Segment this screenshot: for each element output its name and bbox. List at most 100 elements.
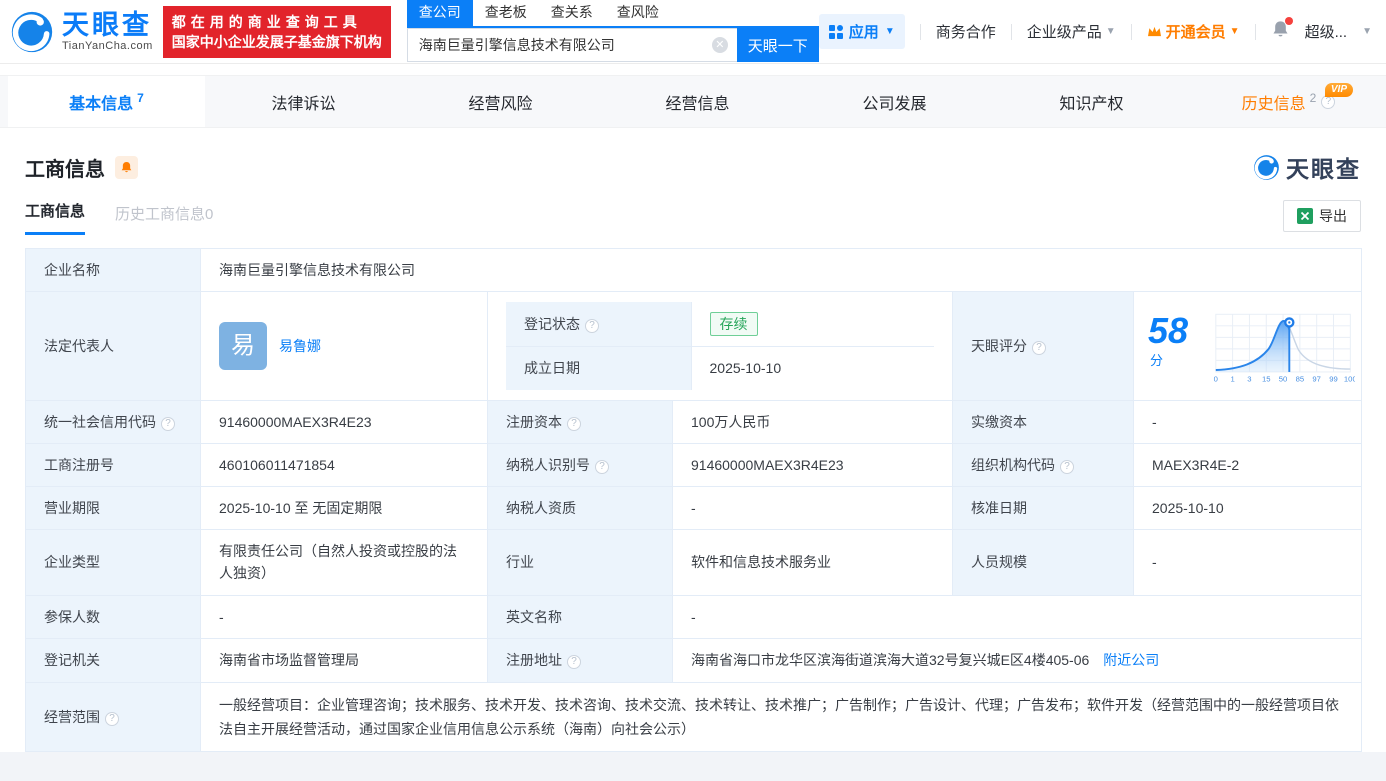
subtab-business-info[interactable]: 工商信息 <box>25 200 86 235</box>
english-name-value: - <box>671 594 1363 639</box>
tab-operation-risk[interactable]: 经营风险 <box>402 76 599 127</box>
search-box: 查公司 查老板 查关系 查风险 ✕ 天眼一下 <box>406 0 819 62</box>
apps-grid-icon <box>828 24 843 39</box>
search-button[interactable]: 天眼一下 <box>736 28 819 62</box>
table-row: 登记状态? 存续 <box>506 302 934 347</box>
nav-enterprise-products[interactable]: 企业级产品 ▼ <box>1027 21 1116 42</box>
insured-count-label: 参保人数 <box>25 594 201 639</box>
export-button[interactable]: 导出 <box>1283 200 1361 232</box>
table-row: 营业期限 2025-10-10 至 无固定期限 纳税人资质 - 核准日期 202… <box>25 485 1363 530</box>
tab-basic-info[interactable]: 基本信息 7 <box>8 76 205 127</box>
bell-icon <box>121 161 132 172</box>
table-row: 统一社会信用代码? 91460000MAEX3R4E23 注册资本? 100万人… <box>25 399 1363 444</box>
table-row: 法定代表人 易 易鲁娜 登记状态? 存续 成立日期 2025-10-10 天眼评… <box>25 291 1363 401</box>
score-label: 天眼评分? <box>952 291 1134 401</box>
top-header: 天眼查 TianYanCha.com 都在用的商业查询工具 国家中小企业发展子基… <box>0 0 1386 64</box>
table-row: 企业类型 有限责任公司（自然人投资或控股的法人独资） 行业 软件和信息技术服务业… <box>25 528 1363 596</box>
nav-open-vip[interactable]: 开通会员 ▼ <box>1147 21 1240 42</box>
nav-business-coop[interactable]: 商务合作 <box>936 21 996 42</box>
svg-text:85: 85 <box>1296 374 1305 383</box>
svg-text:99: 99 <box>1329 374 1338 383</box>
tianyancha-logo[interactable]: 天眼查 TianYanCha.com <box>10 10 153 54</box>
help-icon[interactable]: ? <box>595 459 609 474</box>
registration-authority-value: 海南省市场监督管理局 <box>200 637 488 683</box>
industry-label: 行业 <box>487 528 673 596</box>
tab-company-development[interactable]: 公司发展 <box>796 76 993 127</box>
svg-text:3: 3 <box>1247 374 1251 383</box>
legal-rep-avatar[interactable]: 易 <box>219 321 267 370</box>
address-text: 海南省海口市龙华区滨海街道滨海大道32号复兴城E区4楼405-06 <box>691 652 1090 668</box>
org-code-label: 组织机构代码? <box>952 442 1134 487</box>
approval-date-value: 2025-10-10 <box>1132 485 1363 530</box>
table-row: 企业名称 海南巨量引擎信息技术有限公司 <box>25 248 1363 292</box>
svg-text:1: 1 <box>1230 374 1234 383</box>
divider <box>1010 23 1012 40</box>
tab-operation-info[interactable]: 经营信息 <box>599 76 796 127</box>
company-name-label: 企业名称 <box>25 248 201 292</box>
brand-name: 天眼查 <box>62 10 152 40</box>
slogan-line2: 国家中小企业发展子基金旗下机构 <box>171 33 382 50</box>
score-number: 58分 <box>1148 309 1189 368</box>
watermark-logo: 天眼查 <box>1253 150 1361 184</box>
clear-search-icon[interactable]: ✕ <box>711 37 728 53</box>
table-row: 登记机关 海南省市场监督管理局 注册地址? 海南省海口市龙华区滨海街道滨海大道3… <box>25 637 1363 683</box>
taxpayer-id-value: 91460000MAEX3R4E23 <box>672 442 953 487</box>
tianyancha-logo-icon <box>11 11 53 52</box>
notification-dot <box>1284 17 1293 25</box>
help-icon[interactable]: ? <box>567 655 581 669</box>
svg-text:50: 50 <box>1279 374 1288 383</box>
reg-number-label: 工商注册号 <box>25 442 201 487</box>
chevron-down-icon: ▼ <box>884 26 895 37</box>
taxpayer-id-label: 纳税人识别号? <box>487 442 673 487</box>
slogan-line1: 都在用的商业查询工具 <box>171 13 362 30</box>
help-icon[interactable]: ? <box>1060 459 1074 474</box>
monitor-bell-button[interactable] <box>115 155 138 179</box>
reg-status-value: 存续 <box>691 302 934 347</box>
divider <box>1130 23 1132 40</box>
top-nav: 应用 ▼ 商务合作 企业级产品 ▼ 开通会员 ▼ 超级... ▼ <box>818 14 1372 49</box>
search-type-tabs: 查公司 查老板 查关系 查风险 <box>406 0 819 28</box>
section-title: 工商信息 <box>25 158 105 181</box>
score-value: 58分 0 1 3 15 50 85 97 99 10 <box>1132 291 1363 401</box>
nearby-companies-link[interactable]: 附近公司 <box>1103 649 1159 671</box>
divider <box>1254 23 1256 40</box>
search-tab-company[interactable]: 查公司 <box>406 0 473 26</box>
brand-domain: TianYanCha.com <box>62 40 153 52</box>
help-icon[interactable]: ? <box>105 711 119 726</box>
company-tab-bar: 基本信息 7 法律诉讼 经营风险 经营信息 公司发展 知识产权 VIP 历史信息… <box>0 75 1386 128</box>
reg-status-label: 登记状态? <box>506 302 692 347</box>
brand-slogan-banner: 都在用的商业查询工具 国家中小企业发展子基金旗下机构 <box>162 5 391 58</box>
legal-rep-value: 易 易鲁娜 <box>200 291 488 401</box>
search-tab-boss[interactable]: 查老板 <box>473 0 539 26</box>
notification-bell[interactable] <box>1271 17 1293 43</box>
page-footer <box>0 751 1386 781</box>
taxpayer-quality-label: 纳税人资质 <box>487 485 673 530</box>
search-tab-risk[interactable]: 查风险 <box>605 0 671 26</box>
subtab-history-business-info[interactable]: 历史工商信息0 <box>115 203 213 235</box>
status-date-subtable: 登记状态? 存续 成立日期 2025-10-10 <box>487 291 953 401</box>
search-tab-relation[interactable]: 查关系 <box>539 0 605 26</box>
help-icon[interactable]: ? <box>585 319 599 333</box>
nav-user-account[interactable]: 超级... <box>1305 21 1348 42</box>
legal-rep-name-link[interactable]: 易鲁娜 <box>279 335 321 357</box>
approval-date-label: 核准日期 <box>952 485 1134 530</box>
taxpayer-quality-value: - <box>672 485 953 530</box>
apps-menu[interactable]: 应用 ▼ <box>818 14 905 49</box>
tab-legal-proceedings[interactable]: 法律诉讼 <box>205 76 402 127</box>
tab-history-info[interactable]: VIP 历史信息 2 ? <box>1190 76 1386 127</box>
company-type-value: 有限责任公司（自然人投资或控股的法人独资） <box>200 528 488 596</box>
status-badge: 存续 <box>709 312 758 336</box>
paid-capital-label: 实缴资本 <box>952 399 1134 444</box>
svg-text:0: 0 <box>1214 374 1218 383</box>
help-icon[interactable]: ? <box>567 416 581 431</box>
insured-count-value: - <box>200 594 488 639</box>
tab-intellectual-property[interactable]: 知识产权 <box>993 76 1190 127</box>
registered-address-label: 注册地址? <box>487 637 673 683</box>
legal-rep-label: 法定代表人 <box>25 291 201 401</box>
help-icon[interactable]: ? <box>1032 340 1046 355</box>
help-icon[interactable]: ? <box>161 416 175 431</box>
business-info-table: 企业名称 海南巨量引擎信息技术有限公司 法定代表人 易 易鲁娜 登记状态? 存续… <box>25 248 1363 752</box>
business-term-value: 2025-10-10 至 无固定期限 <box>200 485 488 530</box>
uscc-label: 统一社会信用代码? <box>25 399 201 444</box>
search-input[interactable] <box>406 28 737 62</box>
